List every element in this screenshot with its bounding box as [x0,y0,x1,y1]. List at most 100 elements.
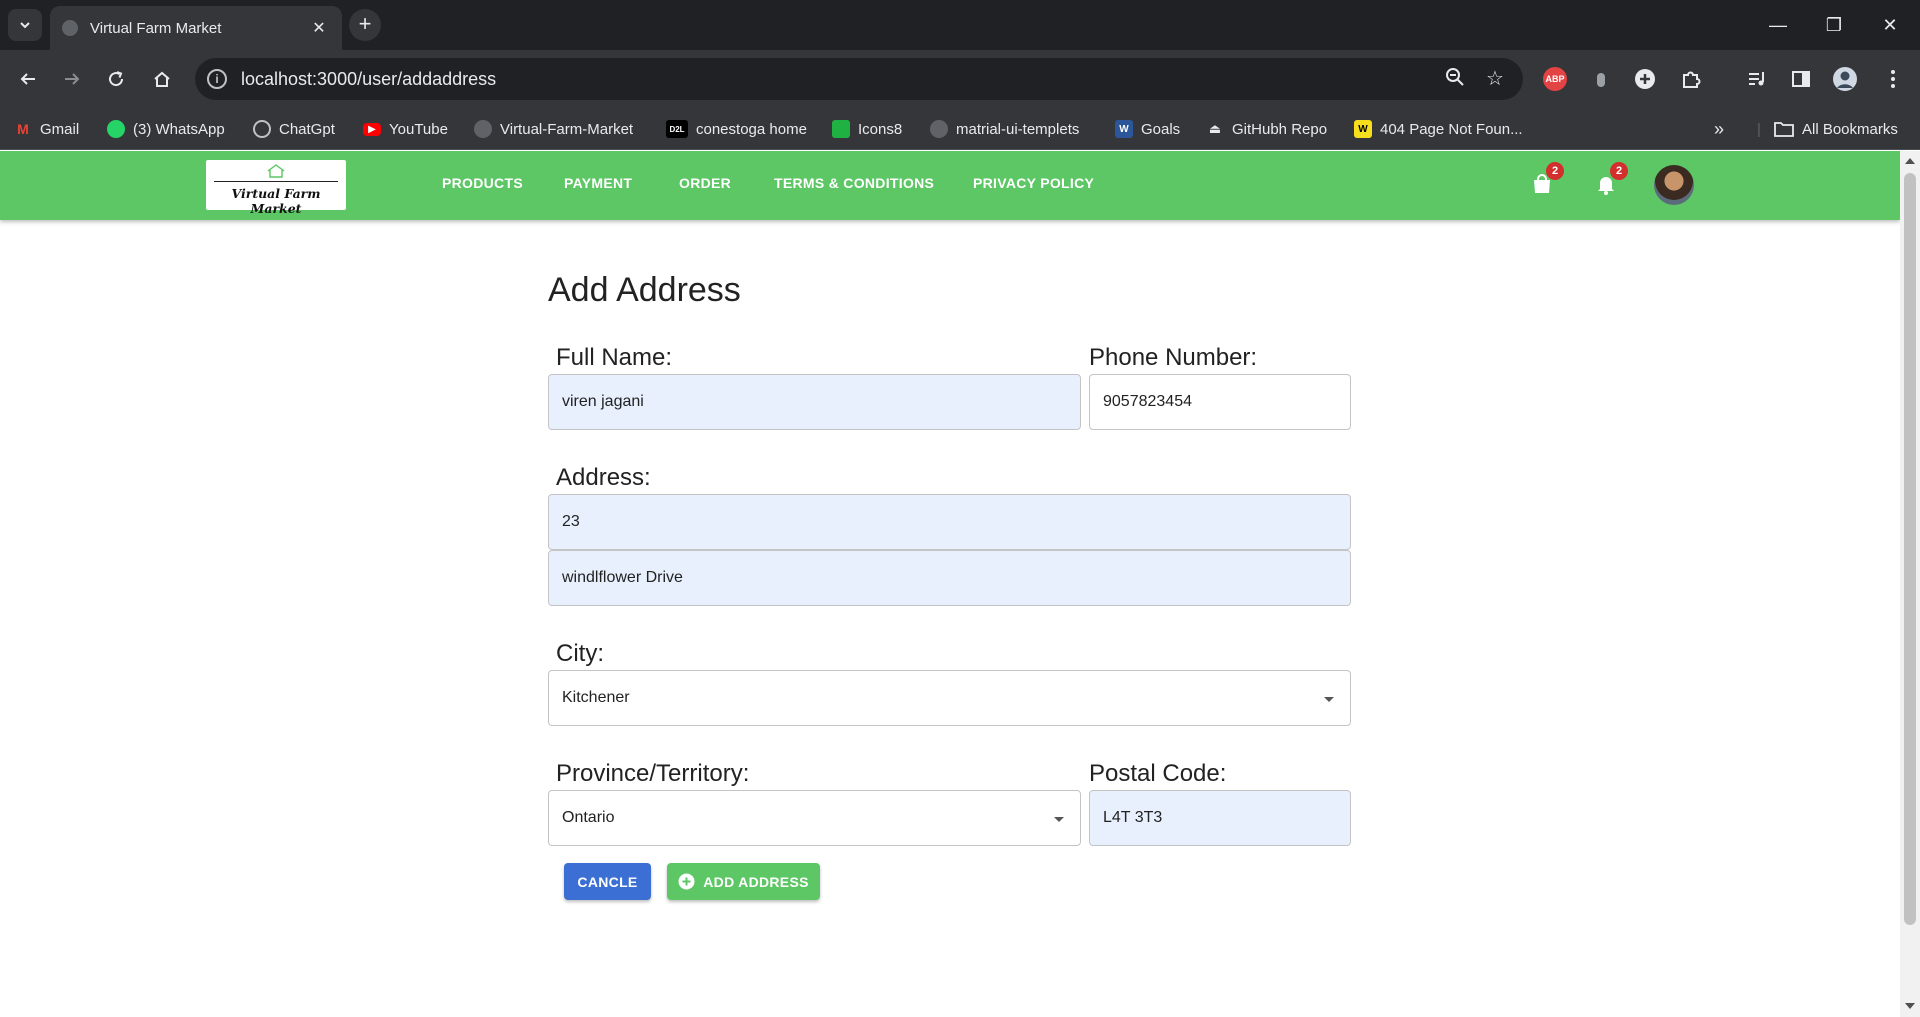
nav-terms-conditions[interactable]: TERMS & CONDITIONS [774,175,934,191]
bookmark-conestoga-home[interactable]: D2L conestoga home [666,108,807,150]
add-circle-icon [678,873,695,890]
new-tab-button[interactable]: + [349,9,381,41]
arrow-left-icon [20,73,35,85]
profile-avatar-icon[interactable] [1832,66,1858,92]
forward-button[interactable] [56,63,88,95]
tab-title: Virtual Farm Market [90,19,222,37]
full-name-input[interactable]: viren jagani [548,374,1081,430]
postal-code-input[interactable]: L4T 3T3 [1089,790,1351,846]
city-select[interactable]: Kitchener [548,670,1351,726]
province-label: Province/Territory: [556,760,750,787]
phone-number-label: Phone Number: [1089,344,1258,371]
full-name-label: Full Name: [556,344,673,371]
nav-products[interactable]: PRODUCTS [442,175,523,191]
city-selected-value: Kitchener [562,689,630,706]
youtube-icon: ▶ [363,122,381,136]
reload-icon [109,71,124,87]
house-icon [267,164,285,178]
media-control-icon[interactable] [1744,66,1770,92]
zoom-icon[interactable] [1443,67,1467,91]
nav-order[interactable]: ORDER [679,175,731,191]
bookmark-youtube[interactable]: ▶ YouTube [363,108,448,150]
brand-logo[interactable]: Virtual Farm Market [206,160,346,216]
arrow-right-icon [65,73,80,85]
side-panel-icon[interactable] [1788,66,1814,92]
bookmark-404-page[interactable]: W 404 Page Not Foun... [1354,108,1523,150]
back-button[interactable] [12,63,44,95]
bookmark-github-repo[interactable]: ⏏ GitHubh Repo [1206,108,1327,150]
restore-button[interactable]: ❐ [1806,0,1862,50]
page-viewport: Virtual Farm Market PRODUCTS PAYMENT ORD… [0,151,1900,1017]
page-title: Add Address [548,271,741,309]
add-circle-icon[interactable] [1632,66,1658,92]
logo-text: Virtual Farm Market [231,186,321,216]
scroll-down-arrow-icon[interactable] [1905,1003,1915,1009]
add-address-label: ADD ADDRESS [703,873,809,890]
bookmark-goals[interactable]: W Goals [1115,108,1180,150]
bookmark-virtual-farm-market[interactable]: Virtual-Farm-Market [474,108,633,150]
bookmark-icons8[interactable]: Icons8 [832,108,902,150]
address-bar[interactable]: i localhost:3000/user/addaddress ☆ [195,58,1523,100]
cart-badge: 2 [1546,162,1564,180]
all-bookmarks-button[interactable]: All Bookmarks [1774,108,1898,150]
star-bookmark-icon[interactable]: ☆ [1483,67,1507,91]
reload-button[interactable] [100,63,132,95]
cancel-button[interactable]: CANCLE [564,863,651,900]
chatgpt-icon [253,120,271,138]
postal-code-label: Postal Code: [1089,760,1227,787]
more-bookmarks-chevron-icon[interactable]: » [1714,108,1724,150]
extension-icon[interactable] [1588,66,1614,92]
puzzle-extensions-icon[interactable] [1678,66,1704,92]
site-info-icon[interactable]: i [207,69,227,89]
notification-badge: 2 [1610,162,1628,180]
notifications-button[interactable]: 2 [1590,162,1628,200]
app-header: Virtual Farm Market PRODUCTS PAYMENT ORD… [0,151,1900,220]
browser-tab[interactable]: Virtual Farm Market ✕ [50,6,342,50]
folder-icon [1774,122,1794,137]
bookmark-gmail[interactable]: M Gmail [14,108,79,150]
add-address-button[interactable]: ADD ADDRESS [667,863,820,900]
cart-button[interactable]: 2 [1526,162,1564,200]
address-label: Address: [556,464,651,491]
tab-search-button[interactable] [8,9,42,41]
logo-divider [214,181,338,182]
dropdown-arrow-icon [1324,697,1334,702]
province-selected-value: Ontario [562,809,615,826]
close-window-button[interactable]: ✕ [1862,0,1918,50]
browser-tab-bar: Virtual Farm Market ✕ + — ❐ ✕ [0,0,1920,50]
browser-toolbar: i localhost:3000/user/addaddress ☆ ABP [0,50,1920,108]
minimize-button[interactable]: — [1750,0,1806,50]
person-icon: ⏏ [1208,121,1222,136]
menu-kebab-icon[interactable] [1880,66,1906,92]
github-icon [474,120,492,138]
scroll-up-arrow-icon[interactable] [1905,158,1915,164]
adblock-extension-icon[interactable]: ABP [1542,66,1568,92]
close-tab-icon[interactable]: ✕ [308,18,330,38]
dropdown-arrow-icon [1054,817,1064,822]
city-label: City: [556,640,604,667]
chevron-down-icon [20,22,30,29]
bookmark-matrial-ui-templets[interactable]: matrial-ui-templets [930,108,1079,150]
bookmarks-bar: M Gmail (3) WhatsApp ChatGpt ▶ YouTube Vir… [0,108,1920,150]
nav-privacy-policy[interactable]: PRIVACY POLICY [973,175,1094,191]
scrollbar-thumb[interactable] [1904,173,1916,925]
nav-payment[interactable]: PAYMENT [564,175,632,191]
icons8-icon [832,120,850,138]
page-scrollbar[interactable] [1900,151,1920,1017]
home-button[interactable] [146,63,178,95]
d2l-icon: D2L [666,120,688,138]
globe-icon [62,20,78,36]
whatsapp-icon [107,120,125,138]
address-line1-input[interactable]: 23 [548,494,1351,550]
bookmark-chatgpt[interactable]: ChatGpt [253,108,335,150]
home-icon [154,71,170,87]
url-text[interactable]: localhost:3000/user/addaddress [241,69,1443,90]
word-icon: W [1115,120,1133,138]
province-select[interactable]: Ontario [548,790,1081,846]
github-icon [930,120,948,138]
user-avatar[interactable] [1654,165,1694,205]
bookmarks-divider: | [1757,120,1761,138]
bookmark-whatsapp[interactable]: (3) WhatsApp [107,108,225,150]
phone-number-input[interactable]: 9057823454 [1089,374,1351,430]
address-line2-input[interactable]: windlflower Drive [548,550,1351,606]
